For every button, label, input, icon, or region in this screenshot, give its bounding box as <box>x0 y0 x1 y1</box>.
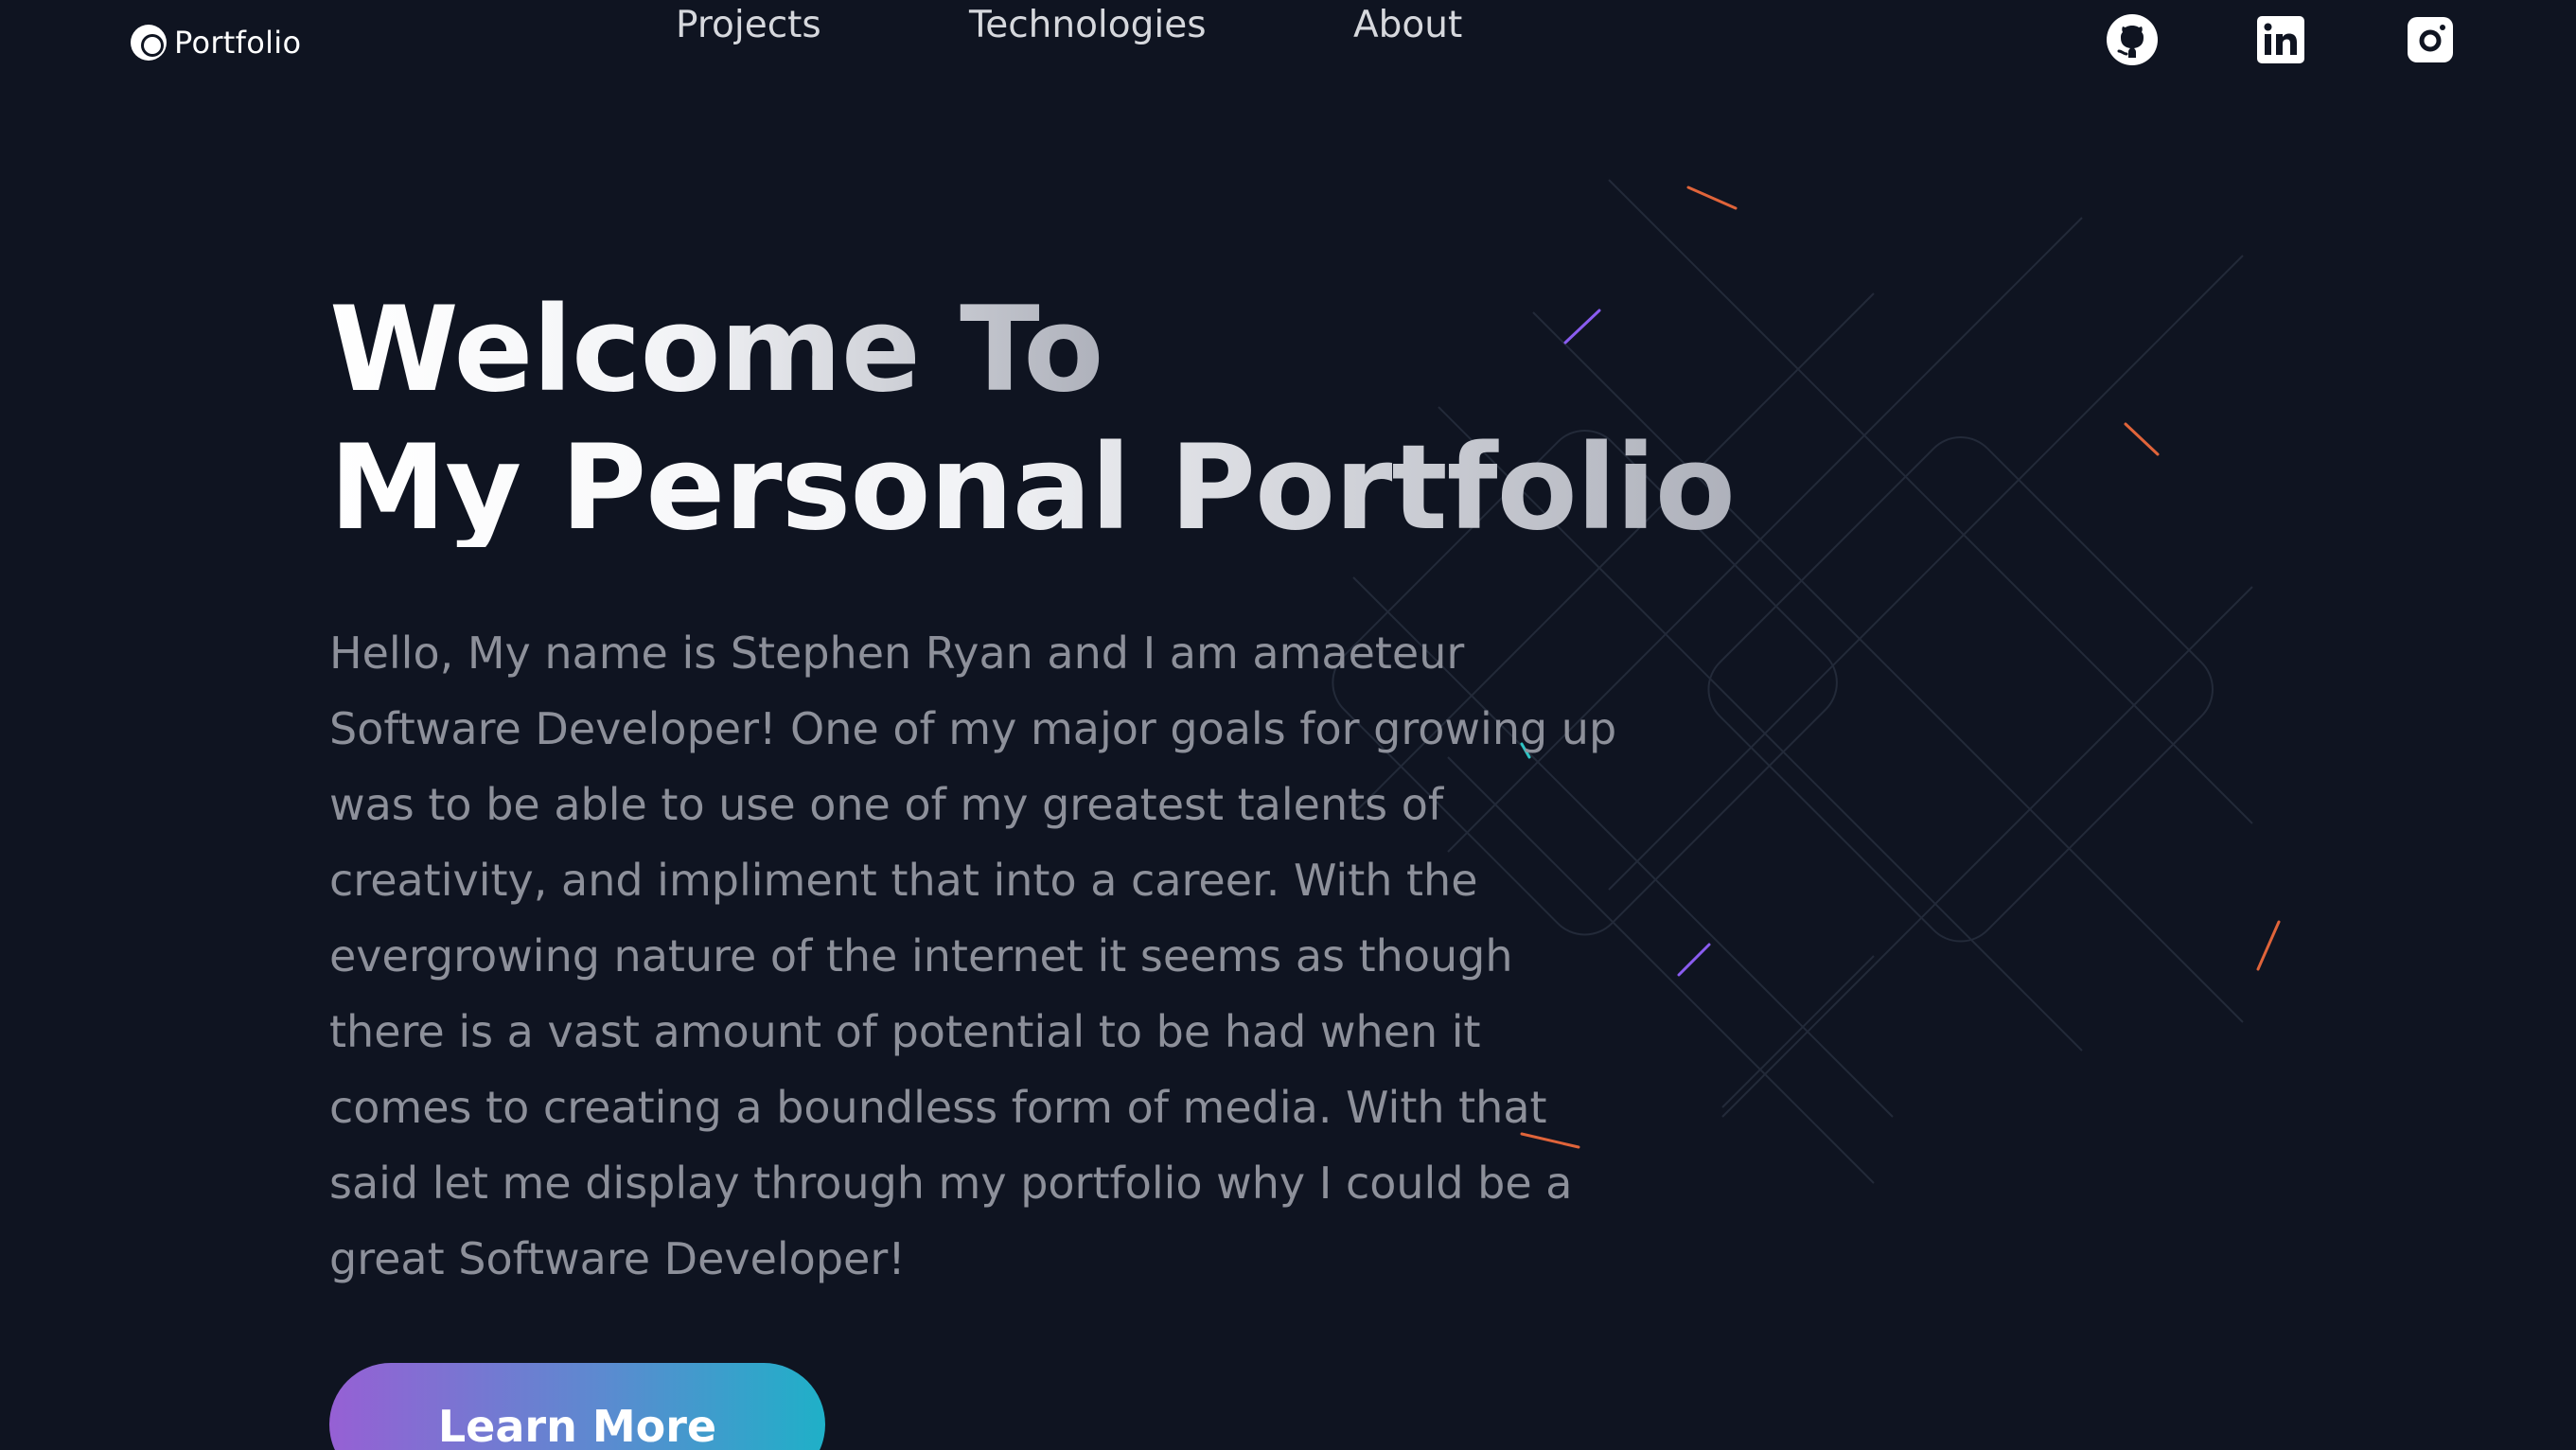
accent-streak <box>1563 309 1601 345</box>
learn-more-button[interactable]: Learn More <box>329 1363 825 1450</box>
intro-line: creativity, and impliment that into a ca… <box>329 855 1478 906</box>
nav-technologies[interactable]: Technologies <box>969 4 1207 46</box>
logo[interactable]: Portfolio <box>129 23 301 62</box>
intro-line: evergrowing nature of the internet it se… <box>329 930 1513 981</box>
logo-icon <box>131 25 167 61</box>
hero-title-line-2: My Personal Portfolio <box>329 420 1736 557</box>
logo-text: Portfolio <box>174 25 302 61</box>
pattern-diamond-right <box>1707 436 2214 943</box>
intro-line: Software Developer! One of my major goal… <box>329 703 1617 754</box>
accent-streak <box>2124 422 2160 456</box>
nav-projects[interactable]: Projects <box>676 4 821 46</box>
intro-line: great Software Developer! <box>329 1233 906 1284</box>
accent-streak <box>2256 920 2281 971</box>
nav-about[interactable]: About <box>1353 4 1462 46</box>
intro-line: said let me display through my portfolio… <box>329 1158 1573 1209</box>
hero-intro-paragraph: Hello, My name is Stephen Ryan and I am … <box>329 615 1654 1297</box>
hero-title-line-1: Welcome To <box>329 282 1103 418</box>
intro-line: there is a vast amount of potential to b… <box>329 1006 1481 1057</box>
instagram-icon[interactable] <box>2404 13 2457 66</box>
linkedin-icon[interactable] <box>2254 13 2307 66</box>
accent-streak <box>1686 186 1738 210</box>
intro-line: was to be able to use one of my greatest… <box>329 779 1444 830</box>
accent-streak <box>1677 943 1711 977</box>
intro-line: comes to creating a boundless form of me… <box>329 1082 1547 1133</box>
github-icon[interactable] <box>2106 13 2159 66</box>
intro-line: Hello, My name is Stephen Ryan and I am … <box>329 628 1465 679</box>
